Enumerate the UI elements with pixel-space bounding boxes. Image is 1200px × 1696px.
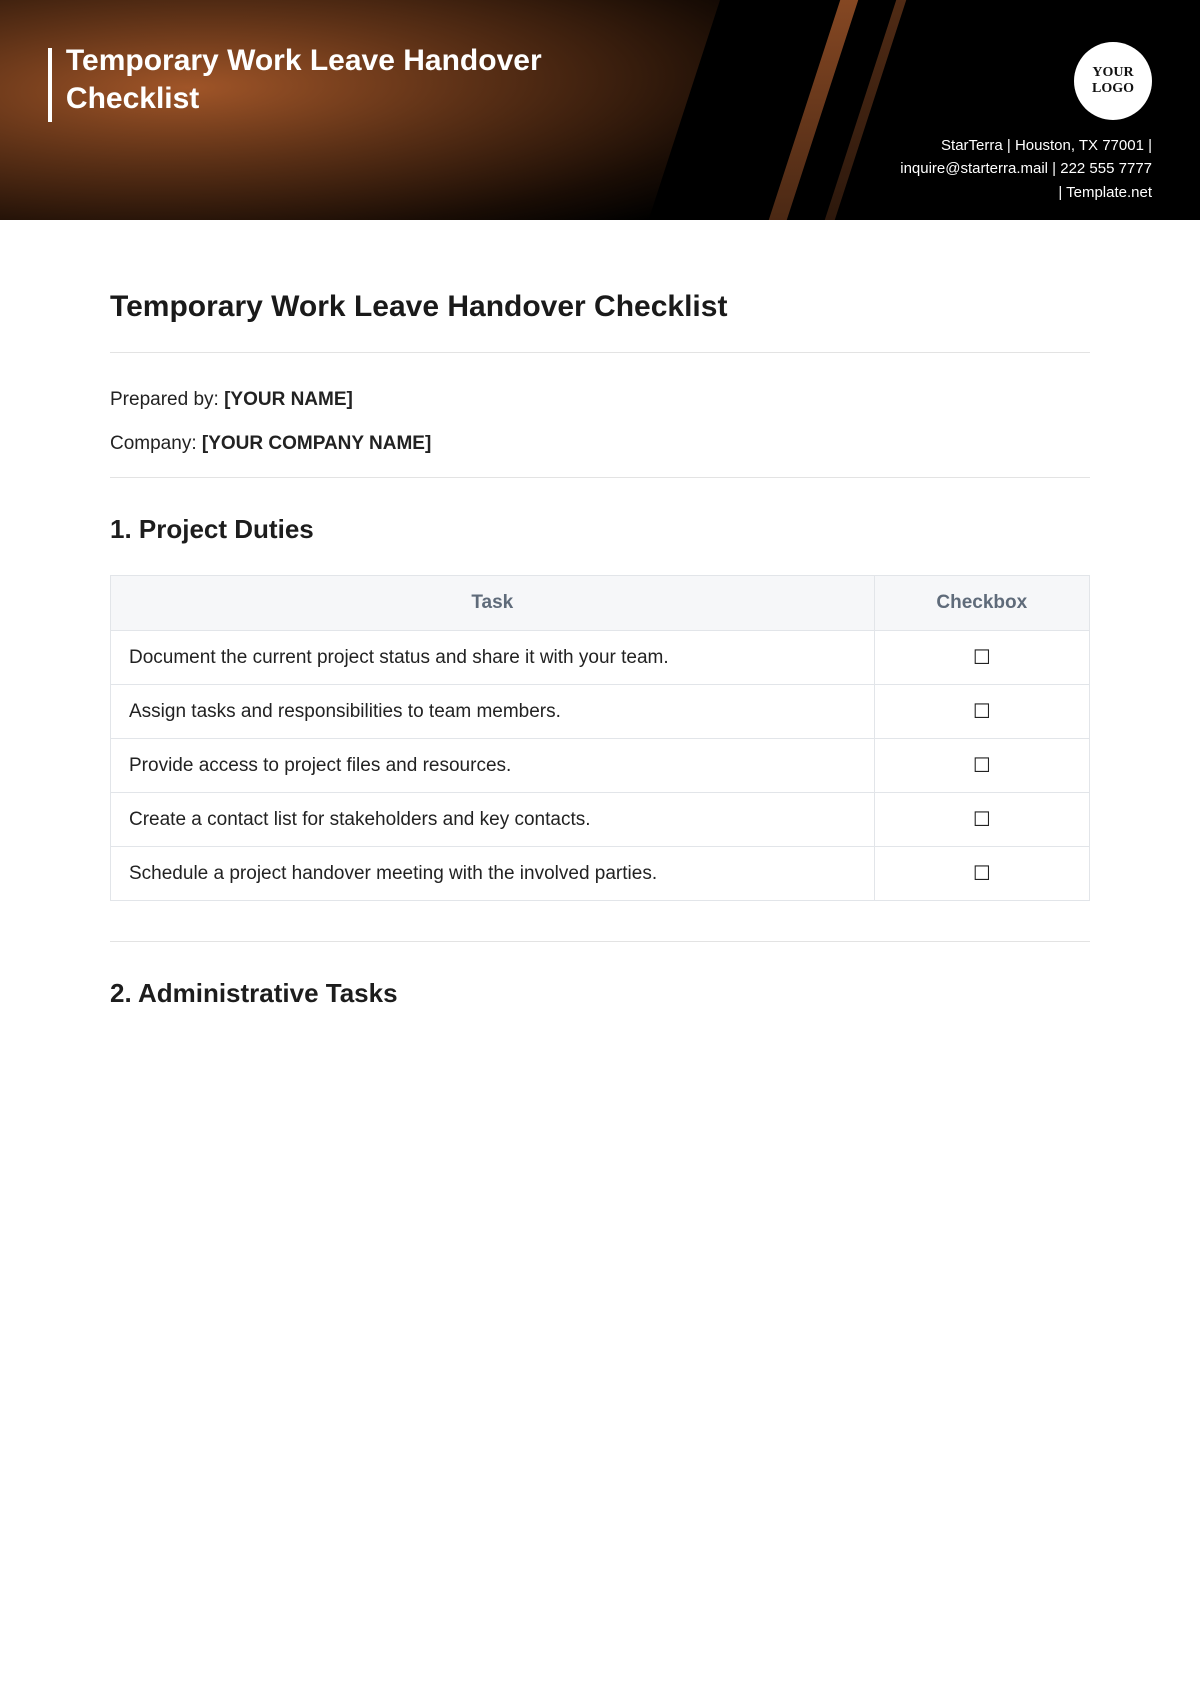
company-row: Company: [YOUR COMPANY NAME] xyxy=(110,433,1090,455)
document-title: Temporary Work Leave Handover Checklist xyxy=(110,290,1090,324)
prepared-by-label: Prepared by: xyxy=(110,389,224,410)
banner-title: Temporary Work Leave Handover Checklist xyxy=(66,42,668,117)
table-row: Assign tasks and responsibilities to tea… xyxy=(111,685,1090,739)
checkbox-icon: ☐ xyxy=(973,861,991,886)
divider xyxy=(110,352,1090,353)
divider xyxy=(110,941,1090,942)
table-header-checkbox: Checkbox xyxy=(874,576,1089,631)
project-duties-table: Task Checkbox Document the current proje… xyxy=(110,575,1090,901)
banner-meta-line3: | Template.net xyxy=(1058,184,1152,201)
table-header-task: Task xyxy=(111,576,875,631)
company-value: [YOUR COMPANY NAME] xyxy=(202,433,431,454)
divider xyxy=(110,477,1090,478)
section-title-admin-tasks: 2. Administrative Tasks xyxy=(110,978,1090,1009)
checkbox-icon: ☐ xyxy=(973,699,991,724)
checkbox-cell[interactable]: ☐ xyxy=(874,685,1089,739)
banner-title-wrap: Temporary Work Leave Handover Checklist xyxy=(48,42,668,122)
task-cell: Assign tasks and responsibilities to tea… xyxy=(111,685,875,739)
page-body: Temporary Work Leave Handover Checklist … xyxy=(0,220,1200,1099)
task-cell: Provide access to project files and reso… xyxy=(111,739,875,793)
table-row: Provide access to project files and reso… xyxy=(111,739,1090,793)
logo-text-line2: LOGO xyxy=(1092,81,1134,96)
table-row: Document the current project status and … xyxy=(111,631,1090,685)
task-cell: Schedule a project handover meeting with… xyxy=(111,847,875,901)
banner-meta-line1: StarTerra | Houston, TX 77001 | xyxy=(941,137,1152,154)
logo-text-line1: YOUR xyxy=(1092,65,1133,80)
logo-placeholder: YOUR LOGO xyxy=(1074,42,1152,120)
checkbox-icon: ☐ xyxy=(973,645,991,670)
task-cell: Create a contact list for stakeholders a… xyxy=(111,793,875,847)
banner-title-rule xyxy=(48,48,52,122)
prepared-by-value: [YOUR NAME] xyxy=(224,389,353,410)
header-banner: Temporary Work Leave Handover Checklist … xyxy=(0,0,1200,220)
checkbox-cell[interactable]: ☐ xyxy=(874,739,1089,793)
checkbox-cell[interactable]: ☐ xyxy=(874,847,1089,901)
checkbox-cell[interactable]: ☐ xyxy=(874,631,1089,685)
section-title-project-duties: 1. Project Duties xyxy=(110,514,1090,545)
checkbox-icon: ☐ xyxy=(973,753,991,778)
prepared-by-row: Prepared by: [YOUR NAME] xyxy=(110,389,1090,411)
company-label: Company: xyxy=(110,433,202,454)
banner-contact-meta: StarTerra | Houston, TX 77001 | inquire@… xyxy=(900,134,1152,204)
table-row: Create a contact list for stakeholders a… xyxy=(111,793,1090,847)
banner-meta-line2: inquire@starterra.mail | 222 555 7777 xyxy=(900,160,1152,177)
checkbox-cell[interactable]: ☐ xyxy=(874,793,1089,847)
task-cell: Document the current project status and … xyxy=(111,631,875,685)
table-row: Schedule a project handover meeting with… xyxy=(111,847,1090,901)
checkbox-icon: ☐ xyxy=(973,807,991,832)
